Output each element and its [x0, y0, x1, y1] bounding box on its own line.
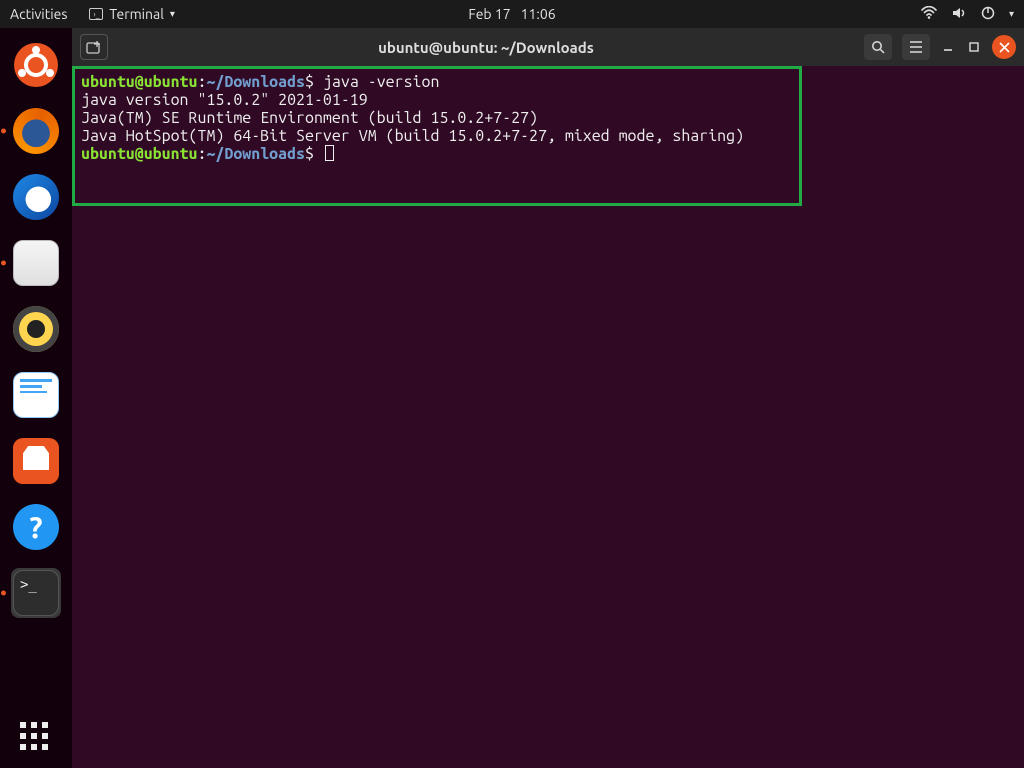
dock-item-ubuntu-software[interactable] [11, 436, 61, 486]
terminal-output-line: Java HotSpot(TM) 64-Bit Server VM (build… [81, 127, 744, 145]
wifi-icon [921, 6, 937, 23]
libreoffice-writer-icon [13, 372, 59, 418]
running-indicator-icon [1, 261, 6, 266]
search-button[interactable] [864, 34, 892, 60]
dock-item-help[interactable]: ? [11, 502, 61, 552]
prompt-symbol: $ [305, 145, 323, 163]
terminal-output-line: Java(TM) SE Runtime Environment (build 1… [81, 109, 538, 127]
files-icon [13, 240, 59, 286]
terminal-icon: ›_ [89, 8, 103, 20]
prompt-path: ~/Downloads [206, 145, 305, 163]
minimize-button[interactable] [940, 39, 956, 55]
terminal-icon: >_ [13, 570, 59, 616]
show-applications-button[interactable] [0, 722, 72, 754]
terminal-output-line: java version "15.0.2" 2021-01-19 [81, 91, 368, 109]
chevron-down-icon: ▾ [170, 8, 175, 20]
terminal-viewport[interactable]: ubuntu@ubuntu:~/Downloads$ java -version… [72, 66, 1024, 768]
desktop: ? >_ ubuntu@ubuntu: ~/Downloads [0, 28, 1024, 768]
prompt-symbol: $ [305, 73, 323, 91]
search-icon [871, 40, 885, 54]
dock-item-rhythmbox[interactable] [11, 304, 61, 354]
new-tab-button[interactable] [80, 34, 108, 60]
activities-button[interactable]: Activities [10, 6, 67, 22]
minimize-icon [942, 41, 954, 53]
close-button[interactable] [992, 35, 1016, 59]
hamburger-menu-button[interactable] [902, 34, 930, 60]
maximize-button[interactable] [966, 39, 982, 55]
ubuntu-software-icon [13, 438, 59, 484]
prompt-path: ~/Downloads [206, 73, 305, 91]
text-cursor [325, 145, 334, 161]
system-status-area[interactable]: ▾ [921, 6, 1014, 23]
gnome-top-panel: Activities ›_ Terminal ▾ Feb 17 11:06 ▾ [0, 0, 1024, 28]
firefox-icon [13, 108, 59, 154]
help-icon: ? [13, 504, 59, 550]
volume-icon [951, 6, 967, 23]
power-icon [981, 6, 995, 23]
window-titlebar[interactable]: ubuntu@ubuntu: ~/Downloads [72, 28, 1024, 66]
dock-item-files[interactable] [11, 238, 61, 288]
dock: ? >_ [0, 28, 72, 768]
prompt-user: ubuntu@ubuntu [81, 145, 197, 163]
dock-item-terminal[interactable]: >_ [11, 568, 61, 618]
chevron-down-icon: ▾ [1009, 8, 1014, 20]
terminal-window: ubuntu@ubuntu: ~/Downloads ubun [72, 28, 1024, 768]
rhythmbox-icon [13, 306, 59, 352]
thunderbird-icon [13, 174, 59, 220]
dock-item-ubuntu-logo[interactable] [11, 40, 61, 90]
terminal-command: java -version [323, 73, 439, 91]
running-indicator-icon [1, 129, 6, 134]
maximize-icon [968, 41, 980, 53]
window-title: ubuntu@ubuntu: ~/Downloads [108, 39, 864, 56]
close-icon [999, 42, 1010, 53]
prompt-user: ubuntu@ubuntu [81, 73, 197, 91]
dock-item-firefox[interactable] [11, 106, 61, 156]
running-indicator-icon [1, 591, 6, 596]
clock-date: Feb 17 [468, 6, 510, 22]
app-menu-label: Terminal [109, 6, 164, 22]
dock-item-libreoffice-writer[interactable] [11, 370, 61, 420]
clock-time: 11:06 [521, 6, 556, 22]
dock-item-thunderbird[interactable] [11, 172, 61, 222]
hamburger-icon [909, 41, 923, 53]
clock[interactable]: Feb 17 11:06 [468, 6, 555, 22]
ubuntu-logo-icon [13, 42, 59, 88]
app-menu[interactable]: ›_ Terminal ▾ [89, 6, 175, 22]
apps-grid-icon [20, 722, 52, 754]
highlight-box: ubuntu@ubuntu:~/Downloads$ java -version… [72, 66, 802, 206]
new-tab-icon [86, 40, 102, 54]
